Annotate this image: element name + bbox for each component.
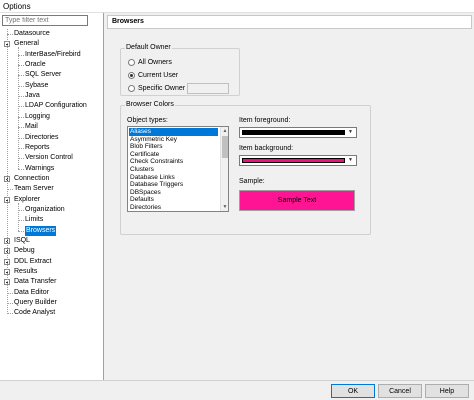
- current-user-label[interactable]: Current User: [138, 72, 178, 79]
- navigation-pane: DatasourceGeneralInterBase/FirebirdOracl…: [0, 13, 104, 380]
- tree-item[interactable]: Logging: [25, 112, 50, 122]
- tree-item[interactable]: Data Transfer: [14, 277, 56, 287]
- dialog-button-bar: OK Cancel Help: [0, 380, 474, 400]
- tree-item[interactable]: Browsers: [25, 225, 57, 236]
- tree-item[interactable]: InterBase/Firebird: [25, 50, 81, 60]
- list-item[interactable]: Directories: [129, 204, 161, 211]
- tree-item[interactable]: Directories: [25, 133, 58, 143]
- tree-item[interactable]: Sybase: [25, 81, 48, 91]
- tree-item[interactable]: DDL Extract: [14, 257, 51, 267]
- specific-owner-radio[interactable]: [128, 85, 135, 92]
- tree-item[interactable]: Results: [14, 267, 37, 277]
- tree-item[interactable]: Query Builder: [14, 298, 57, 308]
- all-owners-radio[interactable]: [128, 59, 135, 66]
- sample-label: Sample:: [239, 178, 265, 185]
- tree-item[interactable]: Datasource: [14, 29, 50, 39]
- object-types-label: Object types:: [127, 117, 168, 124]
- tree-connector: [18, 202, 19, 231]
- tree-item[interactable]: Data Editor: [14, 288, 49, 298]
- tree-item[interactable]: Reports: [25, 143, 50, 153]
- settings-pane: Browsers Default Owner All Owners Curren…: [105, 13, 474, 380]
- all-owners-label[interactable]: All Owners: [138, 59, 172, 66]
- foreground-label: Item foreground:: [239, 117, 291, 124]
- tree-connector: [18, 47, 19, 169]
- scroll-down-icon[interactable]: ▼: [221, 203, 228, 211]
- foreground-color-swatch: [242, 130, 345, 135]
- tree-item[interactable]: Warnings: [25, 164, 54, 174]
- tree-item[interactable]: Team Server: [14, 184, 54, 194]
- tree-item[interactable]: SQL Server: [25, 70, 61, 80]
- page-header: Browsers: [107, 15, 472, 29]
- default-owner-group: Default Owner All Owners Current User Sp…: [120, 44, 240, 96]
- title-bar: Options: [0, 0, 474, 13]
- sample-preview: Sample Text: [239, 190, 355, 211]
- foreground-color-select[interactable]: ▼: [239, 127, 357, 138]
- specific-owner-label[interactable]: Specific Owner: [138, 85, 185, 92]
- ok-button[interactable]: OK: [331, 384, 375, 398]
- window-title: Options: [3, 2, 31, 11]
- background-color-swatch: [242, 158, 345, 163]
- tree-item[interactable]: Code Analyst: [14, 308, 55, 318]
- cancel-button[interactable]: Cancel: [378, 384, 422, 398]
- tree-item[interactable]: LDAP Configuration: [25, 101, 87, 111]
- filter-input[interactable]: [2, 15, 88, 26]
- tree-item[interactable]: ISQL: [14, 236, 30, 246]
- object-types-list[interactable]: Aliases Asymmetric Key Blob Filters Certifi…: [127, 126, 229, 212]
- sample-text: Sample Text: [277, 197, 317, 204]
- tree-item[interactable]: Connection: [14, 174, 49, 184]
- page-title: Browsers: [112, 18, 144, 25]
- default-owner-title: Default Owner: [125, 44, 172, 51]
- browser-colors-group: Browser Colors Object types: Aliases Asym…: [120, 101, 371, 235]
- chevron-down-icon[interactable]: ▼: [346, 129, 355, 136]
- tree-connector: [7, 29, 8, 314]
- object-types-scrollbar[interactable]: ▲ ▼: [220, 127, 228, 211]
- scroll-thumb[interactable]: [222, 136, 228, 158]
- tree-item[interactable]: Mail: [25, 122, 38, 132]
- specific-owner-input[interactable]: [187, 83, 229, 94]
- tree-item[interactable]: Organization: [25, 205, 65, 215]
- tree-connector: [18, 168, 24, 170]
- help-button[interactable]: Help: [425, 384, 469, 398]
- tree-item[interactable]: Debug: [14, 246, 35, 256]
- scroll-up-icon[interactable]: ▲: [221, 127, 228, 135]
- tree-connector: [18, 230, 24, 232]
- chevron-down-icon[interactable]: ▼: [346, 157, 355, 164]
- browser-colors-title: Browser Colors: [125, 101, 175, 108]
- current-user-radio[interactable]: [128, 72, 135, 79]
- tree-item[interactable]: Java: [25, 91, 40, 101]
- background-color-select[interactable]: ▼: [239, 155, 357, 166]
- background-label: Item background:: [239, 145, 294, 152]
- tree-item[interactable]: Oracle: [25, 60, 46, 70]
- tree-item[interactable]: Limits: [25, 215, 43, 225]
- tree-item[interactable]: Version Control: [25, 153, 73, 163]
